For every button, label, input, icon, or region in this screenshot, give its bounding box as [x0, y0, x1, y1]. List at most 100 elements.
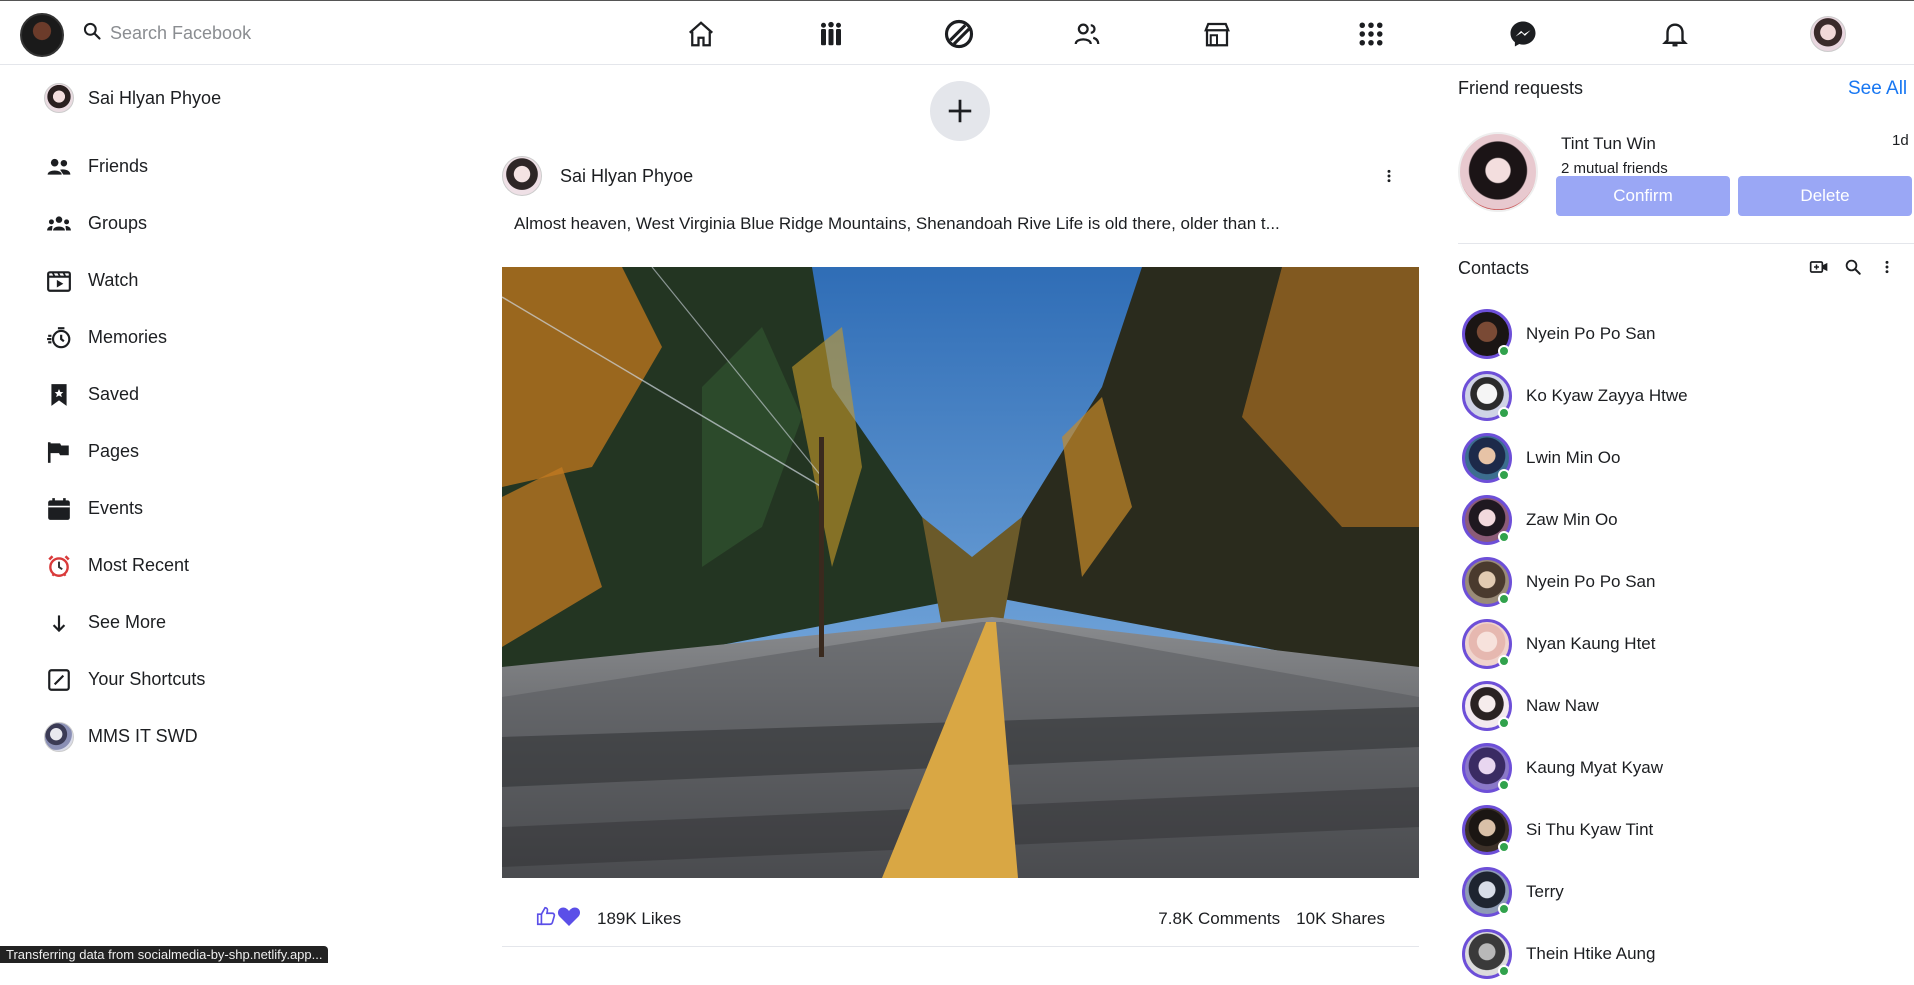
contact-avatar [1462, 929, 1512, 979]
see-all-link[interactable]: See All [1848, 78, 1907, 100]
browser-status-bar: Transferring data from socialmedia-by-sh… [0, 946, 329, 963]
requester-avatar[interactable] [1458, 132, 1538, 212]
sidebar-item-label: Groups [88, 213, 148, 233]
contact-item[interactable]: Si Thu Kyaw Tint [1462, 799, 1688, 861]
contact-name: Si Thu Kyaw Tint [1526, 820, 1654, 839]
messenger-icon[interactable] [1506, 17, 1540, 51]
sidebar-item-pages[interactable]: Pages [44, 423, 404, 480]
contact-avatar [1462, 867, 1512, 917]
contact-avatar [1462, 681, 1512, 731]
post-text: Almost heaven, West Virginia Blue Ridge … [514, 214, 1280, 233]
online-indicator [1498, 655, 1510, 667]
sidebar-item-label: Memories [88, 327, 168, 347]
contact-avatar [1462, 743, 1512, 793]
sidebar-item-memories[interactable]: Memories [44, 309, 404, 366]
like-icon [535, 905, 557, 932]
contact-item[interactable]: Nyein Po Po San [1462, 303, 1688, 365]
post-stats: 189K Likes 7.8K Comments 10K Shares [502, 891, 1419, 947]
contact-name: Terry [1526, 882, 1564, 901]
comments-count[interactable]: 7.8K Comments [1158, 909, 1280, 929]
plus-icon [948, 99, 972, 123]
friend-request-card: Tint Tun Win 1d 2 mutual friends Confirm… [1458, 132, 1914, 232]
watch-icon [44, 266, 74, 296]
contact-avatar [1462, 619, 1512, 669]
post-author-avatar[interactable] [502, 156, 542, 196]
watch-icon[interactable] [942, 17, 976, 51]
sidebar-item-saved[interactable]: Saved [44, 366, 404, 423]
more-options-icon[interactable] [1377, 164, 1401, 188]
sidebar-item-see-more[interactable]: See More [44, 594, 404, 651]
online-indicator [1498, 593, 1510, 605]
reactions[interactable]: 189K Likes [535, 905, 681, 932]
contact-name: Zaw Min Oo [1526, 510, 1618, 529]
post-author-name[interactable]: Sai Hlyan Phyoe [560, 166, 693, 187]
account-avatar[interactable] [1810, 16, 1846, 52]
sidebar-item-label: Sai Hlyan Phyoe [88, 87, 222, 108]
likes-count[interactable]: 189K Likes [597, 909, 681, 929]
sidebar-item-label: Watch [88, 270, 139, 290]
contact-avatar [1462, 495, 1512, 545]
sidebar-item-label: See More [88, 612, 167, 632]
divider [1458, 243, 1914, 244]
contact-name: Nyein Po Po San [1526, 324, 1656, 343]
contact-item[interactable]: Lwin Min Oo [1462, 427, 1688, 489]
sidebar-item-most-recent[interactable]: Most Recent [44, 537, 404, 594]
alarm-clock-icon [44, 551, 74, 581]
contact-avatar [1462, 371, 1512, 421]
notifications-icon[interactable] [1658, 17, 1692, 51]
groups-icon[interactable] [814, 17, 848, 51]
home-icon[interactable] [684, 17, 718, 51]
create-post-button[interactable] [930, 81, 990, 141]
sidebar-item-shortcuts[interactable]: Your Shortcuts [44, 651, 404, 708]
search-icon [82, 21, 102, 46]
post-image[interactable] [502, 267, 1419, 878]
online-indicator [1498, 469, 1510, 481]
sidebar-item-mms-it-swd[interactable]: MMS IT SWD [44, 708, 404, 765]
right-sidebar: Friend requests See All Tint Tun Win 1d … [1458, 78, 1914, 979]
arrow-down-icon [44, 608, 74, 638]
requester-name[interactable]: Tint Tun Win [1561, 134, 1656, 154]
delete-button[interactable]: Delete [1738, 176, 1912, 216]
search-input[interactable] [110, 23, 350, 44]
online-indicator [1498, 407, 1510, 419]
sidebar-item-groups[interactable]: Groups [44, 195, 404, 252]
sidebar-item-watch[interactable]: Watch [44, 252, 404, 309]
contact-item[interactable]: Naw Naw [1462, 675, 1688, 737]
saved-icon [44, 380, 74, 410]
shares-count[interactable]: 10K Shares [1296, 909, 1385, 929]
menu-grid-icon[interactable] [1354, 17, 1388, 51]
profile-avatar [44, 83, 74, 113]
left-sidebar: Sai Hlyan Phyoe Friends Groups Watch Mem… [44, 80, 404, 765]
sidebar-item-label: Your Shortcuts [88, 669, 206, 689]
mutual-friends: 2 mutual friends [1561, 160, 1668, 177]
contact-item[interactable]: Zaw Min Oo [1462, 489, 1688, 551]
heart-icon [557, 905, 581, 932]
contact-item[interactable]: Nyein Po Po San [1462, 551, 1688, 613]
sidebar-item-friends[interactable]: Friends [44, 138, 404, 195]
sidebar-item-label: Saved [88, 384, 140, 404]
contact-item[interactable]: Ko Kyaw Zayya Htwe [1462, 365, 1688, 427]
search-icon[interactable] [1842, 256, 1864, 278]
feed-post: Sai Hlyan Phyoe Almost heaven, West Virg… [502, 154, 1419, 947]
sidebar-item-label: Events [88, 498, 144, 518]
video-call-icon[interactable] [1808, 256, 1830, 278]
friends-icon[interactable] [1070, 17, 1104, 51]
contact-item[interactable]: Nyan Kaung Htet [1462, 613, 1688, 675]
profile-avatar-logo[interactable] [20, 13, 64, 57]
contact-name: Thein Htike Aung [1526, 944, 1656, 963]
sidebar-item-profile[interactable]: Sai Hlyan Phyoe [44, 80, 404, 116]
contact-list: Nyein Po Po San Ko Kyaw Zayya Htwe Lwin … [1462, 303, 1688, 985]
contact-name: Kaung Myat Kyaw [1526, 758, 1664, 777]
contact-item[interactable]: Kaung Myat Kyaw [1462, 737, 1688, 799]
contact-item[interactable]: Thein Htike Aung [1462, 923, 1688, 985]
contact-name: Nyein Po Po San [1526, 572, 1656, 591]
contacts-title: Contacts [1458, 258, 1530, 278]
search-box[interactable] [82, 21, 350, 46]
confirm-button[interactable]: Confirm [1556, 176, 1730, 216]
more-options-icon[interactable] [1876, 256, 1898, 278]
top-navbar [0, 0, 1914, 65]
group-avatar [44, 721, 74, 752]
sidebar-item-events[interactable]: Events [44, 480, 404, 537]
contact-item[interactable]: Terry [1462, 861, 1688, 923]
marketplace-icon[interactable] [1200, 17, 1234, 51]
